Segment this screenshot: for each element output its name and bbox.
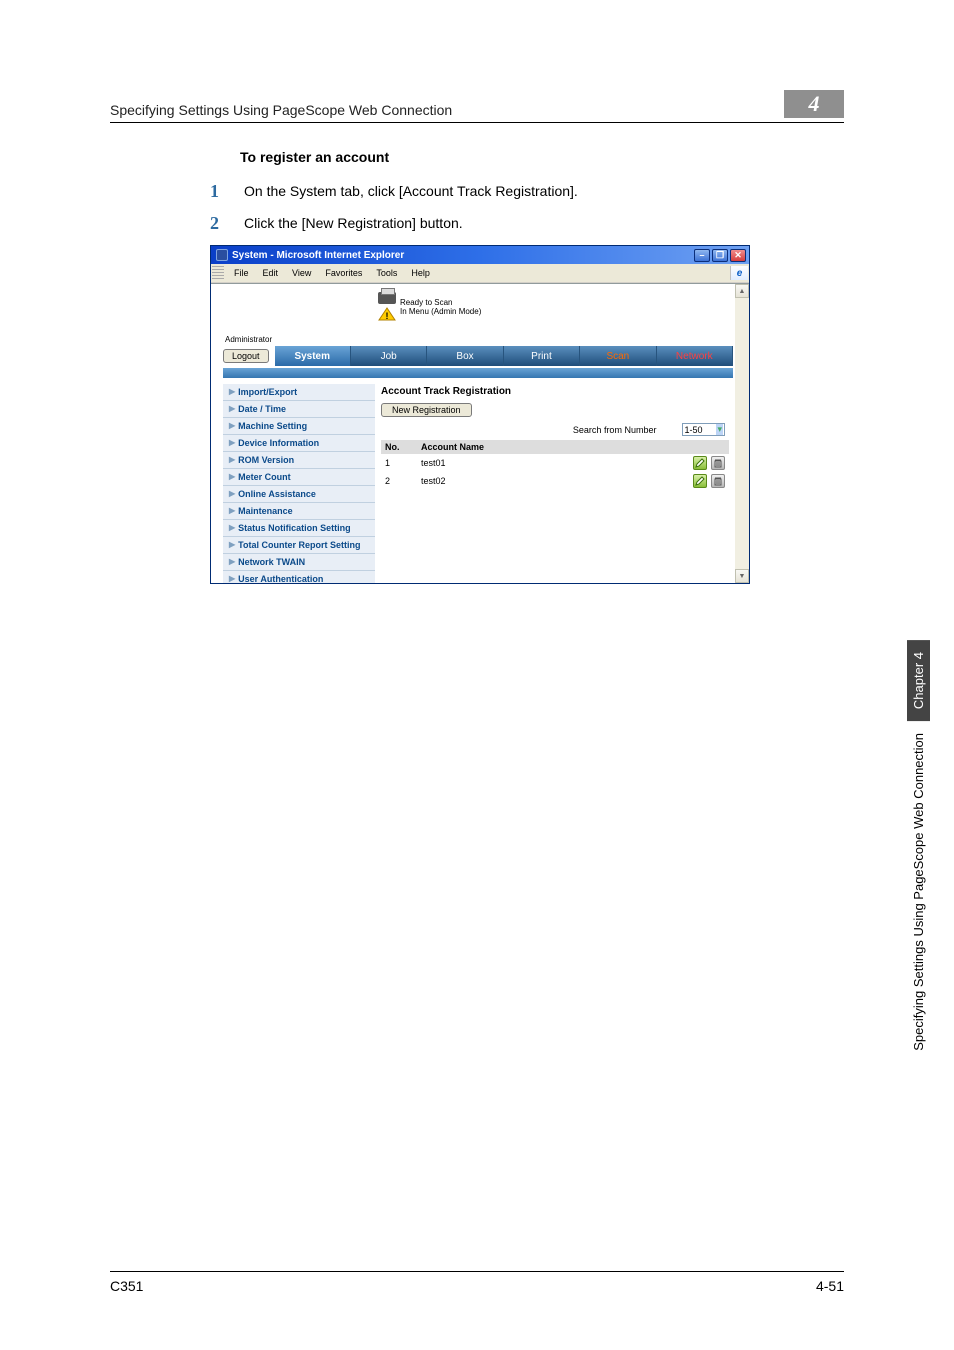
- sidebar-item-maintenance[interactable]: ▶Maintenance: [223, 503, 375, 520]
- sidebar-item-label: ROM Version: [238, 455, 294, 465]
- logout-button[interactable]: Logout: [223, 349, 269, 363]
- tab-job[interactable]: Job: [351, 346, 427, 366]
- cell-name: test01: [417, 454, 681, 472]
- ie-icon: [216, 249, 228, 261]
- sidebar-item-online-assistance[interactable]: ▶Online Assistance: [223, 486, 375, 503]
- toolbar-grip: [212, 266, 224, 280]
- menu-favorites[interactable]: Favorites: [319, 267, 368, 279]
- col-account-name: Account Name: [417, 440, 681, 454]
- scroll-up-icon[interactable]: ▲: [735, 284, 749, 298]
- table-row: 2 test02: [381, 472, 729, 490]
- footer-model: C351: [110, 1278, 143, 1294]
- step-number: 2: [210, 213, 244, 233]
- vertical-scrollbar[interactable]: ▲ ▼: [735, 284, 749, 583]
- sidebar-item-label: Device Information: [238, 438, 319, 448]
- tabs-row: Logout System Job Box Print Scan Network: [223, 346, 733, 366]
- tab-network[interactable]: Network: [657, 346, 733, 366]
- sidebar-item-device-information[interactable]: ▶Device Information: [223, 435, 375, 452]
- sidebar-item-date-time[interactable]: ▶Date / Time: [223, 401, 375, 418]
- status-line-2: In Menu (Admin Mode): [400, 307, 481, 316]
- step-text: Click the [New Registration] button.: [244, 213, 463, 231]
- window-title: System - Microsoft Internet Explorer: [232, 250, 404, 261]
- scroll-down-icon[interactable]: ▼: [735, 569, 749, 583]
- tab-print[interactable]: Print: [504, 346, 580, 366]
- content-title: Account Track Registration: [381, 386, 729, 397]
- cell-no: 1: [381, 454, 417, 472]
- account-table: No. Account Name 1 test01: [381, 440, 729, 490]
- sidebar-item-import-export[interactable]: ▶Import/Export: [223, 384, 375, 401]
- sidebar-item-status-notification[interactable]: ▶Status Notification Setting: [223, 520, 375, 537]
- cell-name: test02: [417, 472, 681, 490]
- menu-help[interactable]: Help: [405, 267, 436, 279]
- admin-label: Administrator: [225, 335, 733, 344]
- tab-underbar: [223, 368, 733, 378]
- header-rule: [110, 122, 844, 123]
- cell-no: 2: [381, 472, 417, 490]
- step-number: 1: [210, 181, 244, 201]
- sidebar-item-label: Online Assistance: [238, 489, 316, 499]
- menubar: File Edit View Favorites Tools Help e: [211, 264, 749, 283]
- footer-page-number: 4-51: [816, 1278, 844, 1294]
- sidebar-item-label: Date / Time: [238, 404, 286, 414]
- close-button[interactable]: ✕: [730, 249, 746, 262]
- sidebar-item-label: Import/Export: [238, 387, 297, 397]
- sidebar-item-label: Total Counter Report Setting: [238, 540, 360, 550]
- chapter-number-badge: 4: [784, 90, 844, 118]
- sidebar-item-user-authentication[interactable]: ▶User Authentication: [223, 571, 375, 583]
- sidebar-item-label: Meter Count: [238, 472, 291, 482]
- delete-icon[interactable]: [711, 474, 725, 488]
- titlebar: System - Microsoft Internet Explorer – ❐…: [211, 246, 749, 264]
- delete-icon[interactable]: [711, 456, 725, 470]
- ie-logo-icon: e: [730, 266, 748, 280]
- step-text: On the System tab, click [Account Track …: [244, 181, 578, 199]
- range-select[interactable]: 1-50: [682, 423, 725, 436]
- sidebar-item-label: User Authentication: [238, 574, 323, 583]
- step-2: 2 Click the [New Registration] button.: [210, 213, 844, 233]
- step-1: 1 On the System tab, click [Account Trac…: [210, 181, 844, 201]
- status-row: ! Ready to Scan In Menu (Admin Mode): [378, 292, 733, 321]
- page-header-title: Specifying Settings Using PageScope Web …: [110, 102, 452, 118]
- new-registration-button[interactable]: New Registration: [381, 403, 472, 417]
- svg-text:!: !: [386, 311, 389, 321]
- tab-scan[interactable]: Scan: [580, 346, 656, 366]
- maximize-button[interactable]: ❐: [712, 249, 728, 262]
- sidebar-item-machine-setting[interactable]: ▶Machine Setting: [223, 418, 375, 435]
- sidebar-item-label: Network TWAIN: [238, 557, 305, 567]
- menu-tools[interactable]: Tools: [370, 267, 403, 279]
- sidebar-item-rom-version[interactable]: ▶ROM Version: [223, 452, 375, 469]
- sidebar: ▶Import/Export ▶Date / Time ▶Machine Set…: [223, 384, 375, 583]
- section-heading: To register an account: [240, 149, 844, 165]
- minimize-button[interactable]: –: [694, 249, 710, 262]
- side-tab-section: Specifying Settings Using PageScope Web …: [907, 729, 930, 1055]
- table-row: 1 test01: [381, 454, 729, 472]
- sidebar-item-network-twain[interactable]: ▶Network TWAIN: [223, 554, 375, 571]
- warning-icon: !: [378, 307, 396, 321]
- browser-window: System - Microsoft Internet Explorer – ❐…: [210, 245, 750, 584]
- side-tab-chapter: Chapter 4: [907, 640, 930, 721]
- menu-view[interactable]: View: [286, 267, 317, 279]
- sidebar-item-meter-count[interactable]: ▶Meter Count: [223, 469, 375, 486]
- printer-icon: [378, 292, 396, 304]
- status-line-1: Ready to Scan: [400, 298, 481, 307]
- edit-icon[interactable]: [693, 456, 707, 470]
- sidebar-item-label: Machine Setting: [238, 421, 307, 431]
- tab-system[interactable]: System: [275, 346, 351, 366]
- sidebar-item-label: Maintenance: [238, 506, 293, 516]
- menu-file[interactable]: File: [228, 267, 255, 279]
- sidebar-item-total-counter-report[interactable]: ▶Total Counter Report Setting: [223, 537, 375, 554]
- menu-edit[interactable]: Edit: [257, 267, 285, 279]
- sidebar-item-label: Status Notification Setting: [238, 523, 351, 533]
- edit-icon[interactable]: [693, 474, 707, 488]
- search-from-number-label: Search from Number: [573, 425, 657, 435]
- col-no: No.: [381, 440, 417, 454]
- tab-box[interactable]: Box: [427, 346, 503, 366]
- footer-rule: [110, 1271, 844, 1272]
